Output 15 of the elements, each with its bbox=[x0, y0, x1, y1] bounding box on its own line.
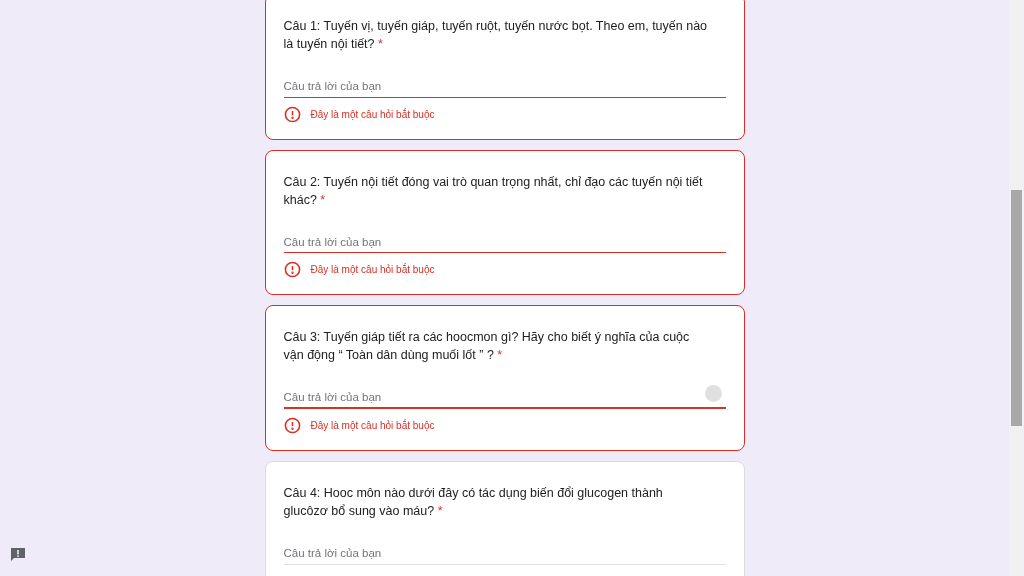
error-icon bbox=[283, 261, 301, 278]
error-message: Đây là một câu hỏi bắt buộc bbox=[310, 262, 435, 277]
feedback-icon[interactable] bbox=[10, 547, 26, 563]
scrollbar-thumb[interactable] bbox=[1011, 190, 1022, 426]
error-icon bbox=[283, 105, 301, 123]
question-text: Câu 1: Tuyến vị, tuyến giáp, tuyến ruột, tuyến nước bọt. Theo em, tuyến nào là tuyến nội tiết? * bbox=[283, 18, 709, 53]
error-message: Đây là một câu hỏi bắt buộc bbox=[310, 418, 435, 433]
ripple-icon bbox=[704, 385, 722, 402]
error-message: Đây là một câu hỏi bắt buộc bbox=[310, 107, 435, 122]
error-icon bbox=[283, 417, 301, 434]
question-text: Câu 4: Hooc môn nào dưới đây có tác dụng biến đổi glucogen thành glucôzơ bổ sung vào máu? * bbox=[283, 485, 664, 520]
question-text: Câu 3: Tuyến giáp tiết ra các hoocmon gì? Hãy cho biết ý nghĩa của cuộc vận động “ Toàn dân dùng muối lốt ” ? * bbox=[283, 329, 691, 364]
question-text: Câu 2: Tuyến nội tiết đóng vai trò quan trọng nhất, chỉ đạo các tuyến nội tiết khác? * bbox=[283, 173, 704, 209]
answer-field[interactable]: Câu trả lời của bạn bbox=[283, 231, 726, 253]
answer-field[interactable]: Câu trả lời của bạn bbox=[283, 75, 726, 98]
